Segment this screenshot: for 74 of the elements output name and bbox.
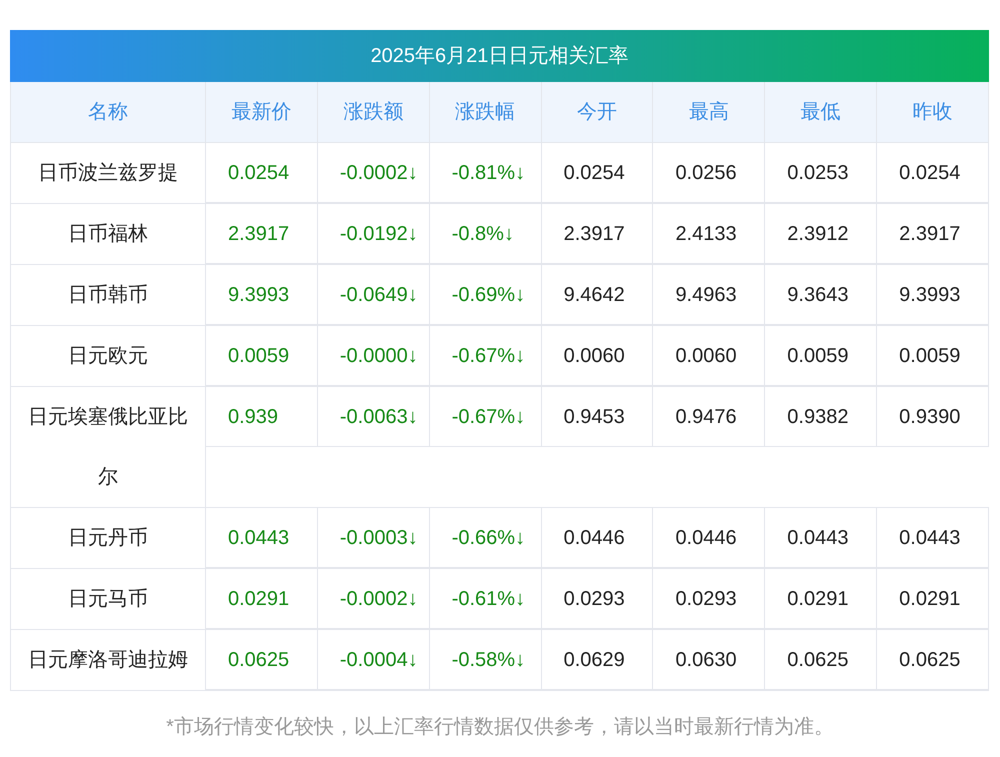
table-cell: 0.0253: [765, 143, 878, 203]
table-cell: 0.0630: [653, 630, 766, 690]
table-cell: 0.0293: [542, 569, 654, 629]
table-cell: 0.0291: [765, 569, 878, 629]
table-cell: 日币波兰兹罗提: [11, 143, 206, 203]
column-header: 最低: [765, 82, 878, 142]
table-cell: -0.0000↓: [318, 326, 430, 386]
table-cell: 9.3993: [877, 265, 990, 325]
table-cell: 9.4963: [653, 265, 766, 325]
table-cell: 0.0254: [877, 143, 990, 203]
table-cell: 0.0059: [206, 326, 318, 386]
table-cell: 2.3912: [765, 204, 878, 264]
table-cell: 日元摩洛哥迪拉姆: [11, 630, 206, 690]
table-cell: 0.0625: [765, 630, 878, 690]
table-cell: -0.0002↓: [318, 569, 430, 629]
table-cell: 0.9382: [765, 387, 878, 447]
table-cell: -0.66%↓: [430, 508, 542, 568]
table-cell: 2.4133: [653, 204, 766, 264]
table-cell: -0.0004↓: [318, 630, 430, 690]
table-cell: 0.0059: [877, 326, 990, 386]
table-cell: 0.0291: [206, 569, 318, 629]
column-header: 名称: [11, 82, 206, 142]
table-cell: 0.0059: [765, 326, 878, 386]
table-cell: 2.3917: [206, 204, 318, 264]
table-cell: 日元欧元: [11, 326, 206, 386]
table-cell: 日元埃塞俄比亚比尔: [11, 387, 206, 507]
column-header: 涨跌幅: [430, 82, 542, 142]
table-cell: 2.3917: [542, 204, 654, 264]
column-header: 昨收: [877, 82, 990, 142]
table-cell: 0.0256: [653, 143, 766, 203]
table-cell: 0.0060: [653, 326, 766, 386]
table-cell: 日元丹币: [11, 508, 206, 568]
table-cell: 9.3993: [206, 265, 318, 325]
column-header: 最新价: [206, 82, 318, 142]
table-cell: -0.0002↓: [318, 143, 430, 203]
table-cell: 0.0443: [765, 508, 878, 568]
table-cell: -0.61%↓: [430, 569, 542, 629]
table-cell: -0.81%↓: [430, 143, 542, 203]
table-cell: -0.0003↓: [318, 508, 430, 568]
table-cell: 0.9453: [542, 387, 654, 447]
table-cell: 9.3643: [765, 265, 878, 325]
table-cell: 0.0254: [542, 143, 654, 203]
table-cell: 0.0293: [653, 569, 766, 629]
table-cell: 0.9476: [653, 387, 766, 447]
column-header: 最高: [653, 82, 766, 142]
table-cell: 日币福林: [11, 204, 206, 264]
table-cell: 0.0060: [542, 326, 654, 386]
table-cell: 日币韩币: [11, 265, 206, 325]
table-cell: -0.0649↓: [318, 265, 430, 325]
table-cell: 0.0443: [206, 508, 318, 568]
table-title: 2025年6月21日日元相关汇率: [10, 30, 989, 82]
table-cell: 0.0625: [206, 630, 318, 690]
table-cell: -0.0063↓: [318, 387, 430, 447]
table-cell: 9.4642: [542, 265, 654, 325]
table-cell: -0.69%↓: [430, 265, 542, 325]
table-cell: 0.0446: [542, 508, 654, 568]
table-cell: 0.0625: [877, 630, 990, 690]
table-cell: 0.9390: [877, 387, 990, 447]
table-cell: -0.8%↓: [430, 204, 542, 264]
table-cell: -0.0192↓: [318, 204, 430, 264]
table-cell: 2.3917: [877, 204, 990, 264]
table-cell: 日元马币: [11, 569, 206, 629]
column-header: 涨跌额: [318, 82, 430, 142]
table-cell: 0.939: [206, 387, 318, 447]
table-cell: 0.0629: [542, 630, 654, 690]
table-cell: -0.67%↓: [430, 326, 542, 386]
table-cell: 0.0254: [206, 143, 318, 203]
footnote: *市场行情变化较快，以上汇率行情数据仅供参考，请以当时最新行情为准。: [165, 715, 835, 740]
table-cell: 0.0443: [877, 508, 990, 568]
table-cell: -0.58%↓: [430, 630, 542, 690]
table-cell: -0.67%↓: [430, 387, 542, 447]
table-cell: 0.0291: [877, 569, 990, 629]
table-cell: 0.0446: [653, 508, 766, 568]
column-header: 今开: [542, 82, 654, 142]
